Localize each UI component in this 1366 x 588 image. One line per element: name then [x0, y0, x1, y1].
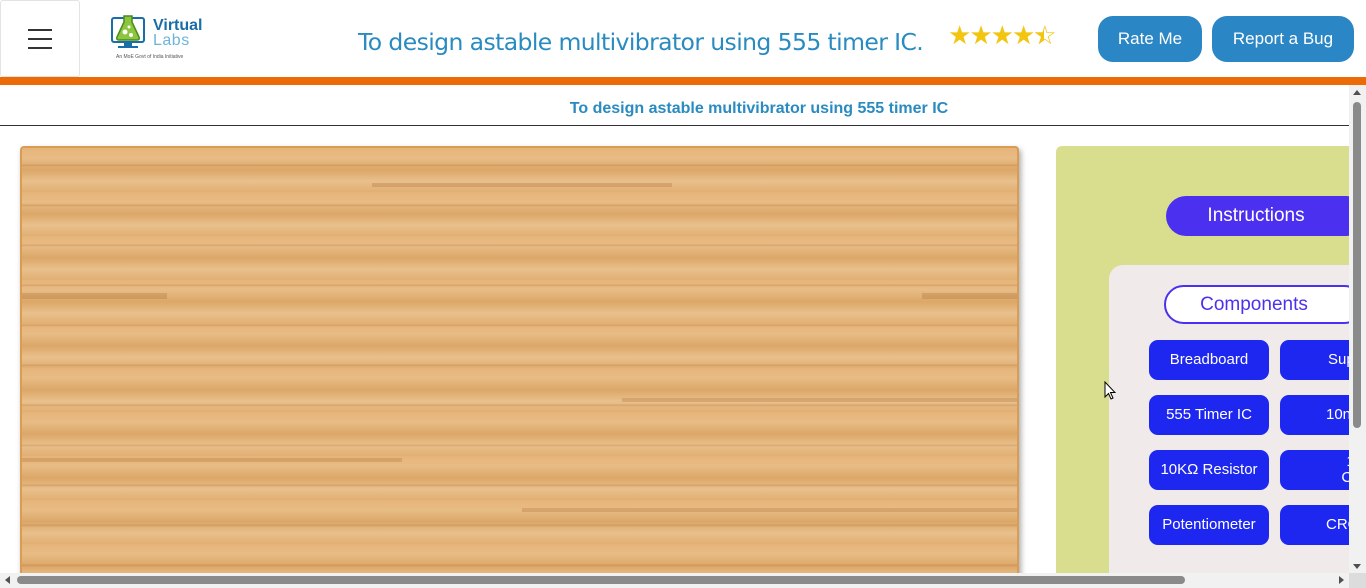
logo-brand-bottom: Labs [153, 32, 190, 49]
wood-grain [372, 183, 672, 187]
report-bug-button[interactable]: Report a Bug [1212, 16, 1354, 62]
scroll-up-icon[interactable] [1353, 90, 1361, 95]
menu-icon-bar [28, 46, 52, 49]
star-icon: ★ [990, 20, 1014, 50]
horizontal-scroll-thumb[interactable] [17, 576, 1185, 584]
scrollbar-corner [1349, 573, 1366, 588]
site-header: Virtual Labs An MoE Govt of India Initia… [0, 0, 1366, 77]
hamburger-menu-button[interactable] [0, 0, 80, 77]
component-potentiometer-button[interactable]: Potentiometer [1149, 505, 1269, 545]
half-star-icon: ★☆ [1033, 20, 1056, 50]
accent-bar [0, 77, 1366, 85]
rating-stars[interactable]: ★★★★★☆ [948, 20, 1057, 51]
wood-grain [522, 508, 1017, 512]
divider [0, 125, 1350, 126]
mouse-cursor-icon [1104, 381, 1116, 400]
page-title: To design astable multivibrator using 55… [358, 28, 924, 56]
menu-icon-bar [28, 28, 52, 31]
component-555-timer-button[interactable]: 555 Timer IC [1149, 395, 1269, 435]
scroll-down-icon[interactable] [1353, 564, 1361, 569]
vertical-scroll-thumb[interactable] [1353, 102, 1361, 428]
component-100n-capacitor-button[interactable]: 100n Capac [1280, 450, 1350, 490]
wood-workbench[interactable] [20, 146, 1019, 586]
star-icon: ★ [1011, 20, 1035, 50]
star-icon: ★ [969, 20, 992, 50]
wood-grain [922, 293, 1017, 299]
component-panel: Instructions Components Breadboard Supp … [1056, 146, 1350, 576]
components-box: Components Breadboard Supp 555 Timer IC … [1109, 265, 1350, 576]
component-10k-resistor-button[interactable]: 10KΩ Resistor [1149, 450, 1269, 490]
logo-tagline: An MoE Govt of India Initiative [116, 54, 184, 60]
scroll-left-icon[interactable] [5, 576, 10, 584]
flask-icon [111, 15, 145, 48]
wood-grain [22, 293, 167, 299]
vertical-scrollbar[interactable] [1349, 85, 1366, 573]
scroll-right-icon[interactable] [1339, 576, 1344, 584]
component-cro-button[interactable]: CRO [1280, 505, 1350, 545]
components-heading: Components [1164, 285, 1350, 324]
instructions-button[interactable]: Instructions [1166, 196, 1350, 236]
rate-me-button[interactable]: Rate Me [1098, 16, 1202, 62]
virtual-labs-logo[interactable]: Virtual Labs An MoE Govt of India Initia… [110, 12, 203, 64]
horizontal-scrollbar[interactable] [0, 573, 1349, 588]
component-supply-button[interactable]: Supp [1280, 340, 1350, 380]
component-breadboard-button[interactable]: Breadboard [1149, 340, 1269, 380]
wood-grain [22, 458, 402, 462]
star-icon: ★ [948, 20, 971, 50]
menu-icon-bar [28, 37, 52, 40]
experiment-title: To design astable multivibrator using 55… [569, 100, 949, 117]
wood-grain [622, 398, 1017, 402]
component-10n-capacitor-button[interactable]: 10n Capac [1280, 395, 1350, 435]
